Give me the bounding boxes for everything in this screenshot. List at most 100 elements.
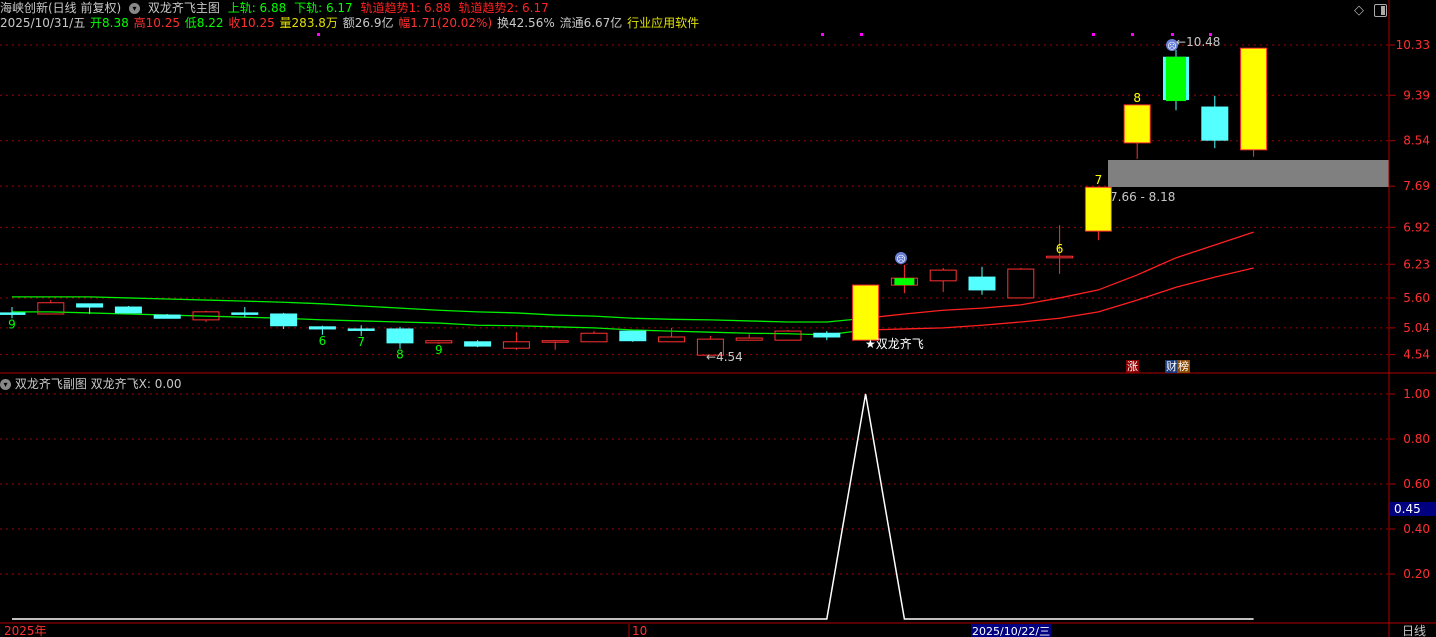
candle (774, 330, 802, 341)
candle (1007, 267, 1035, 299)
candle (1084, 186, 1112, 241)
candle-body (308, 326, 336, 330)
stock-title: 海峡创新(日线 前复权) (0, 1, 122, 15)
candle (1123, 104, 1151, 159)
candle-body (1240, 47, 1268, 151)
candle-body (270, 313, 298, 327)
sub-tick-label: 1.00 (1403, 387, 1430, 401)
candle (153, 313, 181, 319)
sub-indicator-name[interactable]: 双龙齐飞副图 (15, 377, 87, 391)
trend1-value: 轨道趋势1: 6.88 (360, 1, 451, 15)
sequence-label: 8 (396, 348, 404, 362)
indicator-name[interactable]: 双龙齐飞主图 (148, 1, 220, 15)
tag-zhang[interactable]: 涨 (1126, 360, 1139, 373)
high-mark: ←10.48 (1176, 35, 1220, 49)
time-month: 10 (632, 624, 647, 637)
candle-body (1123, 104, 1151, 144)
sub-indicator-value: 双龙齐飞X: 0.00 (90, 377, 182, 391)
header-row-2: 2025/10/31/五 开8.38 高10.25 低8.22 收10.25 量… (0, 16, 703, 30)
price-tick-label: 8.54 (1403, 134, 1430, 148)
sub-cursor-value: 0.45 (1394, 502, 1421, 516)
candle-body (1201, 106, 1229, 141)
magenta-markers (317, 33, 1212, 36)
candle-body (852, 284, 880, 341)
candle (1201, 95, 1229, 149)
date: 2025/10/31/五 (0, 16, 86, 30)
turnover: 换42.56% (496, 16, 555, 30)
industry-link[interactable]: 行业应用软件 (627, 16, 699, 30)
candle (929, 267, 957, 293)
low-price: 低8.22 (184, 16, 224, 30)
candle (541, 340, 569, 350)
candle-body (1166, 56, 1186, 102)
sub-tick-label: 0.20 (1403, 567, 1430, 581)
svg-text:☹: ☹ (896, 254, 905, 265)
panel-toggle-icon[interactable] (1374, 4, 1387, 17)
candle (735, 334, 763, 341)
time-year: 2025年 (4, 624, 47, 637)
chevron-down-icon[interactable]: ▾ (0, 379, 11, 390)
candle (619, 330, 647, 342)
candle-body (464, 341, 492, 347)
candle-body (929, 269, 957, 282)
chevron-down-icon[interactable]: ▾ (129, 3, 141, 14)
candle (852, 284, 880, 341)
candle (502, 332, 530, 350)
sub-tick-label: 0.60 (1403, 477, 1430, 491)
sequence-label: 7 (1095, 173, 1103, 187)
sequence-label: 8 (1133, 91, 1141, 105)
high-price: 高10.25 (133, 16, 180, 30)
low-mark: ←4.54 (706, 350, 743, 364)
candle-body (76, 303, 104, 308)
candle (890, 264, 918, 294)
candle (1240, 47, 1268, 157)
sequence-label: 6 (1056, 242, 1064, 256)
amount: 额26.9亿 (342, 16, 394, 30)
trend2-value: 轨道趋势2: 6.17 (458, 1, 549, 15)
price-tick-label: 9.39 (1403, 88, 1430, 102)
sad-face-icon: ☹ (895, 252, 907, 265)
candle (813, 331, 841, 341)
price-tick-label: 4.54 (1403, 348, 1430, 362)
signal-label: ★双龙齐飞 (865, 336, 924, 351)
candle-body (153, 314, 181, 319)
candle (114, 305, 142, 314)
candle-body (968, 276, 996, 291)
candle-body (0, 312, 26, 315)
tag-bang[interactable]: 榜 (1177, 360, 1190, 373)
upper-track-value: 上轨: 6.88 (227, 1, 287, 15)
candle-body (1084, 186, 1112, 232)
open-price: 开8.38 (90, 16, 129, 30)
kline-chart[interactable]: 7.66 - 8.18 96 78 9678 ☹ ☹ ←10.48 ←4.54 ★双… (0, 0, 1436, 637)
change: 幅1.71(20.02%) (398, 16, 493, 30)
candle (580, 331, 608, 343)
price-tick-label: 5.60 (1403, 291, 1430, 305)
candle-body (114, 306, 142, 314)
candle (658, 327, 686, 343)
lower-track-line (12, 311, 866, 336)
float-cap: 流通6.67亿 (559, 16, 623, 30)
price-tick-label: 6.92 (1403, 220, 1430, 234)
candle-body (347, 328, 375, 331)
volume: 量283.8万 (279, 16, 338, 30)
sequence-label: 9 (8, 317, 16, 331)
candle-body (813, 332, 841, 338)
candle-body (735, 337, 763, 341)
time-cursor-date: 2025/10/22/三 (972, 625, 1050, 637)
sub-indicator-line (12, 393, 1254, 620)
price-tick-label: 5.04 (1403, 321, 1430, 335)
candle (231, 307, 259, 318)
candle-body (774, 330, 802, 341)
sequence-label: 7 (357, 335, 365, 349)
candle (1163, 49, 1189, 111)
price-zone (1108, 160, 1389, 187)
diamond-icon[interactable]: ◇ (1354, 3, 1364, 18)
period-label[interactable]: 日线 (1402, 624, 1426, 637)
sub-tick-label: 0.40 (1403, 522, 1430, 536)
candle (270, 312, 298, 329)
candle-body (619, 330, 647, 342)
lower-track-line-red (865, 267, 1254, 331)
candle-body (386, 328, 414, 344)
candle-body (658, 336, 686, 343)
close-price: 收10.25 (228, 16, 275, 30)
